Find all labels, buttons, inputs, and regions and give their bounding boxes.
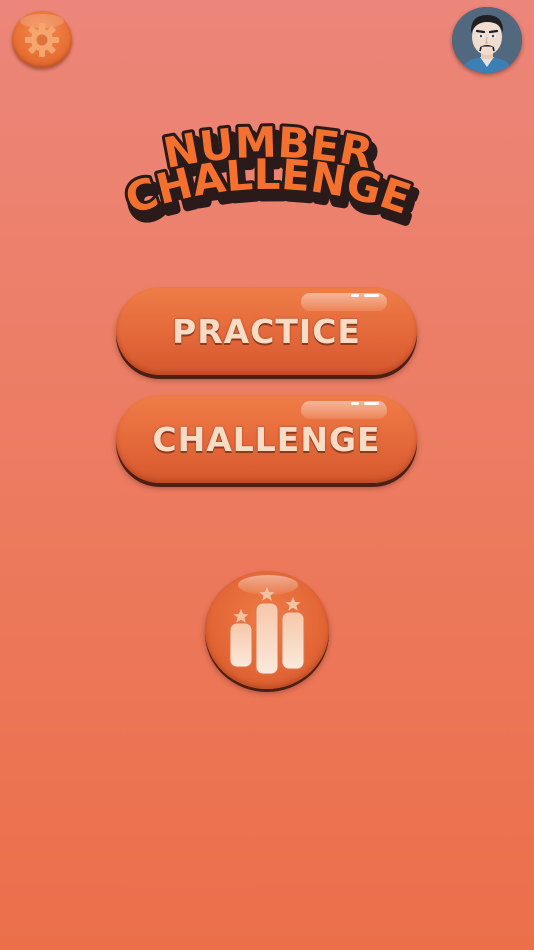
settings-button[interactable]: [12, 11, 72, 68]
challenge-button[interactable]: CHALLENGE: [116, 395, 417, 483]
challenge-button-label: CHALLENGE: [152, 419, 381, 459]
gear-icon: [25, 22, 59, 57]
practice-button-label: PRACTICE: [172, 311, 361, 351]
practice-button[interactable]: PRACTICE: [116, 287, 417, 375]
avatar-icon: [452, 7, 522, 73]
leaderboard-icon: [229, 587, 305, 675]
game-title-logo: NUMBER CHALLENGE NUMBER CHALLENGE NUMBER…: [116, 118, 425, 236]
player-avatar-button[interactable]: [452, 7, 522, 73]
leaderboard-button[interactable]: [205, 571, 329, 689]
